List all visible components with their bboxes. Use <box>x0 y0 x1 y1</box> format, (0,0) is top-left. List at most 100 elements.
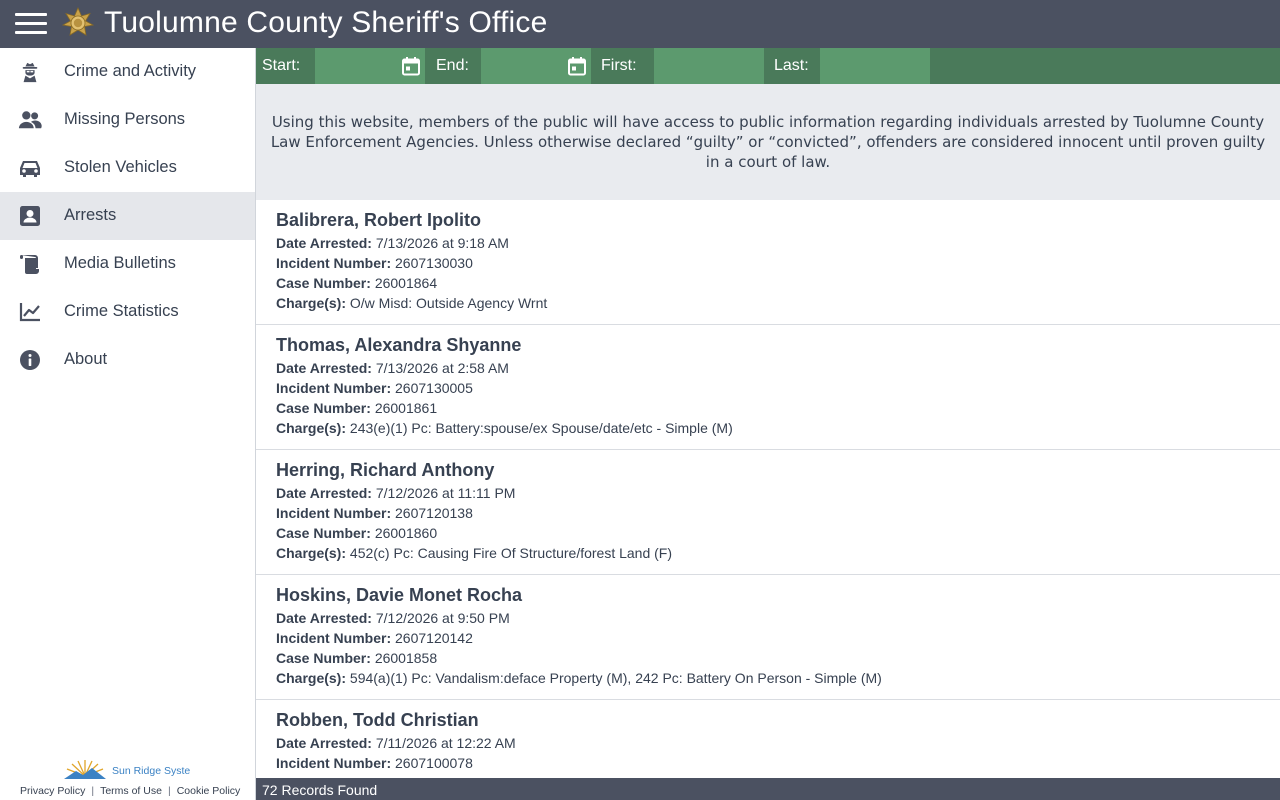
calendar-icon[interactable] <box>567 56 587 76</box>
incident-number-row: Incident Number: 2607100078 <box>276 753 1260 773</box>
date-arrested-row: Date Arrested: 7/12/2026 at 9:50 PM <box>276 608 1260 628</box>
id-badge-icon <box>18 204 42 228</box>
link-separator: | <box>167 785 171 797</box>
link-separator: | <box>91 785 95 797</box>
info-icon <box>18 348 42 372</box>
sidebar: Crime and Activity Missing Persons Stole… <box>0 48 256 800</box>
disclaimer-text: Using this website, members of the publi… <box>256 84 1280 200</box>
charges-row: Charge(s): 452(c) Pc: Causing Fire Of St… <box>276 543 1260 563</box>
scroll-icon <box>18 252 42 276</box>
sidebar-item-missing-persons[interactable]: Missing Persons <box>0 96 255 144</box>
field-label: Charge(s): <box>276 545 347 561</box>
field-label: Date Arrested: <box>276 235 372 251</box>
field-label: Charge(s): <box>276 670 347 686</box>
sidebar-item-arrests[interactable]: Arrests <box>0 192 255 240</box>
sun-ridge-logo-icon <box>64 760 106 779</box>
incident-number-row: Incident Number: 2607120138 <box>276 503 1260 523</box>
charges-row: Charge(s): 594(a)(1) Pc: Vandalism:defac… <box>276 668 1260 688</box>
status-bar: 72 Records Found <box>256 778 1280 800</box>
date-arrested-value: 7/13/2026 at 2:58 AM <box>375 360 509 376</box>
field-label: Charge(s): <box>276 420 347 436</box>
footer-links: Privacy Policy | Terms of Use | Cookie P… <box>20 785 240 797</box>
field-label: Date Arrested: <box>276 360 372 376</box>
calendar-icon[interactable] <box>401 56 421 76</box>
last-name-input[interactable] <box>820 48 930 84</box>
field-label: Incident Number: <box>276 380 392 396</box>
date-arrested-value: 7/12/2026 at 11:11 PM <box>375 485 516 501</box>
incident-number-value: 2607120138 <box>395 505 473 521</box>
charges-value: 594(a)(1) Pc: Vandalism:deface Property … <box>349 670 882 686</box>
menu-icon[interactable] <box>15 12 47 36</box>
vendor-name: Sun Ridge Syste <box>112 765 191 777</box>
field-label: Case Number: <box>276 650 371 666</box>
arrestee-name[interactable]: Herring, Richard Anthony <box>276 459 1260 483</box>
incident-number-value: 2607100078 <box>395 755 473 771</box>
arrestee-name[interactable]: Thomas, Alexandra Shyanne <box>276 334 1260 358</box>
field-label: Charge(s): <box>276 295 347 311</box>
sidebar-item-about[interactable]: About <box>0 336 255 384</box>
incident-number-row: Incident Number: 2607120142 <box>276 628 1260 648</box>
sidebar-item-crime-and-activity[interactable]: Crime and Activity <box>0 48 255 96</box>
arrest-record[interactable]: Hoskins, Davie Monet Rocha Date Arrested… <box>256 575 1280 700</box>
arrestee-name[interactable]: Balibrera, Robert Ipolito <box>276 209 1260 233</box>
incident-number-value: 2607130030 <box>395 255 473 271</box>
terms-of-use-link[interactable]: Terms of Use <box>100 785 162 797</box>
start-label: Start: <box>262 57 301 74</box>
app-title: Tuolumne County Sheriff's Office <box>104 6 548 39</box>
charges-row: Charge(s): 243(e)(1) Pc: Battery:spouse/… <box>276 418 1260 438</box>
privacy-policy-link[interactable]: Privacy Policy <box>20 785 85 797</box>
sidebar-item-label: Media Bulletins <box>64 254 176 272</box>
date-arrested-row: Date Arrested: 7/13/2026 at 9:18 AM <box>276 233 1260 253</box>
sidebar-item-label: Stolen Vehicles <box>64 158 177 176</box>
arrestee-name[interactable]: Robben, Todd Christian <box>276 709 1260 733</box>
first-name-input[interactable] <box>654 48 764 84</box>
case-number-row: Case Number: 26001861 <box>276 398 1260 418</box>
case-number-value: 26001864 <box>374 275 438 291</box>
case-number-value: 26001860 <box>374 525 438 541</box>
field-label: Date Arrested: <box>276 735 372 751</box>
date-arrested-row: Date Arrested: 7/13/2026 at 2:58 AM <box>276 358 1260 378</box>
arrest-record[interactable]: Balibrera, Robert Ipolito Date Arrested:… <box>256 200 1280 325</box>
field-label: Date Arrested: <box>276 485 372 501</box>
field-label: Incident Number: <box>276 255 392 271</box>
field-label: Date Arrested: <box>276 610 372 626</box>
date-arrested-value: 7/12/2026 at 9:50 PM <box>375 610 510 626</box>
arrest-record[interactable]: Herring, Richard Anthony Date Arrested: … <box>256 450 1280 575</box>
top-bar: Tuolumne County Sheriff's Office <box>0 0 1280 48</box>
field-label: Incident Number: <box>276 630 392 646</box>
incident-number-value: 2607120142 <box>395 630 473 646</box>
arrestee-name[interactable]: Hoskins, Davie Monet Rocha <box>276 584 1260 608</box>
case-number-value: 26001861 <box>374 400 438 416</box>
sheriff-star-icon <box>62 7 94 36</box>
field-label: Incident Number: <box>276 505 392 521</box>
arrest-record[interactable]: Thomas, Alexandra Shyanne Date Arrested:… <box>256 325 1280 450</box>
case-number-row: Case Number: 26001860 <box>276 523 1260 543</box>
car-icon <box>18 156 42 180</box>
sidebar-item-label: Crime Statistics <box>64 302 179 320</box>
date-arrested-value: 7/13/2026 at 9:18 AM <box>375 235 509 251</box>
incident-number-row: Incident Number: 2607130005 <box>276 378 1260 398</box>
sidebar-footer: Sun Ridge Syste Privacy Policy | Terms o… <box>0 750 256 800</box>
last-name-label: Last: <box>774 57 809 74</box>
field-label: Case Number: <box>276 275 371 291</box>
end-label: End: <box>436 57 469 74</box>
charges-value: 243(e)(1) Pc: Battery:spouse/ex Spouse/d… <box>349 420 733 436</box>
chart-line-icon <box>18 300 42 324</box>
arrest-record[interactable]: Robben, Todd Christian Date Arrested: 7/… <box>256 700 1280 778</box>
sidebar-item-stolen-vehicles[interactable]: Stolen Vehicles <box>0 144 255 192</box>
case-number-row: Case Number: 26001858 <box>276 648 1260 668</box>
field-label: Case Number: <box>276 400 371 416</box>
vendor-logo: Sun Ridge Syste <box>62 758 190 780</box>
cookie-policy-link[interactable]: Cookie Policy <box>177 785 241 797</box>
date-arrested-row: Date Arrested: 7/11/2026 at 12:22 AM <box>276 733 1260 753</box>
charges-value: O/w Misd: Outside Agency Wrnt <box>349 295 548 311</box>
case-number-value: 26001858 <box>374 650 438 666</box>
records-count: 72 Records Found <box>262 782 378 798</box>
sidebar-item-crime-statistics[interactable]: Crime Statistics <box>0 288 255 336</box>
sidebar-item-media-bulletins[interactable]: Media Bulletins <box>0 240 255 288</box>
sidebar-item-label: Missing Persons <box>64 110 186 128</box>
sidebar-item-label: Crime and Activity <box>64 62 197 80</box>
sidebar-item-label: Arrests <box>64 206 117 224</box>
first-name-label: First: <box>601 57 637 74</box>
field-label: Case Number: <box>276 525 371 541</box>
